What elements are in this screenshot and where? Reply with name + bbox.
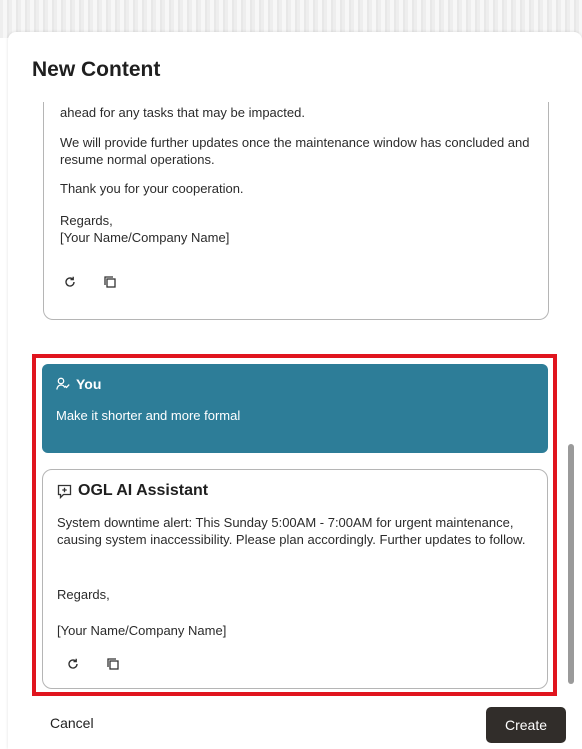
ai-response-header: OGL AI Assistant bbox=[57, 482, 208, 500]
chat-assistant-icon bbox=[57, 484, 72, 499]
previous-response-paragraph: We will provide further updates once the… bbox=[60, 135, 530, 167]
refresh-icon[interactable] bbox=[60, 272, 80, 292]
user-message-header: You bbox=[56, 376, 101, 392]
create-button[interactable]: Create bbox=[486, 707, 566, 743]
previous-response-paragraph: Thank you for your cooperation. bbox=[60, 181, 244, 196]
ai-author-label: OGL AI Assistant bbox=[78, 482, 209, 499]
user-message-card: You Make it shorter and more formal bbox=[42, 364, 548, 453]
ai-response-paragraph: Regards, bbox=[57, 587, 110, 602]
ai-response-actions bbox=[63, 654, 123, 674]
user-message-text: Make it shorter and more formal bbox=[56, 408, 241, 423]
refresh-icon[interactable] bbox=[63, 654, 83, 674]
previous-response-card: ahead for any tasks that may be impacted… bbox=[43, 102, 549, 320]
cancel-button[interactable]: Cancel bbox=[50, 707, 94, 739]
ai-response-paragraph: System downtime alert: This Sunday 5:00A… bbox=[57, 515, 526, 547]
scrollbar-thumb[interactable] bbox=[568, 444, 574, 684]
dialog-footer: Cancel Create bbox=[8, 707, 582, 749]
conversation-scroll-area[interactable]: ahead for any tasks that may be impacted… bbox=[8, 102, 582, 707]
copy-icon[interactable] bbox=[103, 654, 123, 674]
user-author-label: You bbox=[76, 376, 102, 392]
copy-icon[interactable] bbox=[100, 272, 120, 292]
ai-response-card: OGL AI Assistant System downtime alert: … bbox=[42, 469, 548, 689]
dialog-title: New Content bbox=[32, 58, 161, 81]
previous-response-actions bbox=[60, 272, 120, 292]
new-content-dialog: New Content ahead for any tasks that may… bbox=[8, 32, 582, 749]
user-icon bbox=[56, 377, 70, 391]
previous-response-signature: Regards, [Your Name/Company Name] bbox=[60, 213, 230, 245]
previous-response-paragraph: ahead for any tasks that may be impacted… bbox=[60, 105, 305, 120]
ai-response-signature: [Your Name/Company Name] bbox=[57, 623, 227, 638]
